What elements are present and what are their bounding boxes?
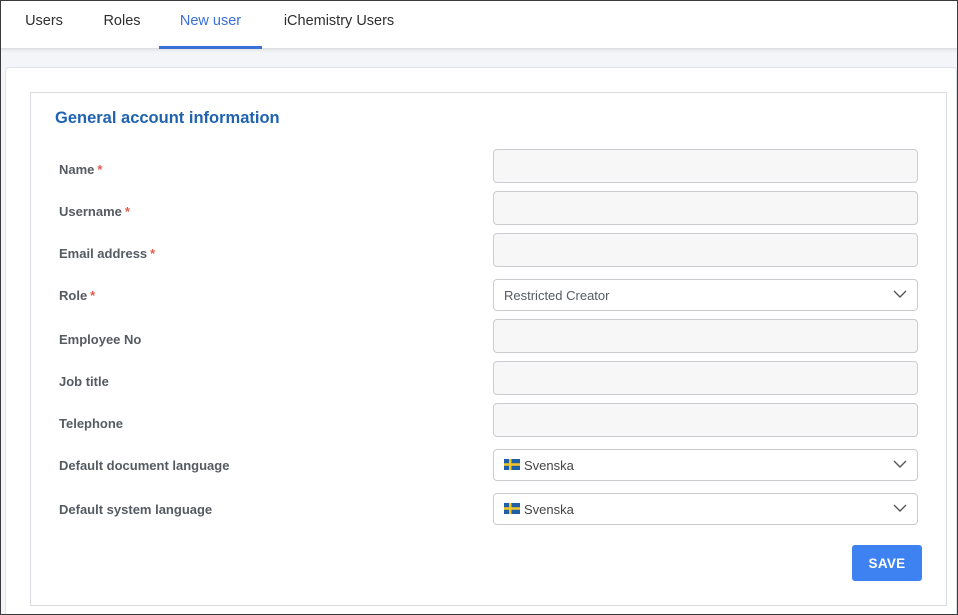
doc-language-value: Svenska [524,458,574,473]
doc-language-label: Default document language [59,458,230,473]
tab-new-user[interactable]: New user [159,1,262,49]
name-input[interactable] [493,149,918,183]
employee-no-label: Employee No [59,332,142,347]
required-marker: * [124,204,130,219]
tab-bar: Users Roles New user iChemistry Users [1,1,957,49]
sys-language-select[interactable]: Svenska [493,493,918,525]
sys-language-label: Default system language [59,502,213,517]
role-label-text: Role [59,288,88,303]
username-input[interactable] [493,191,918,225]
employee-no-input[interactable] [493,319,918,353]
role-label: Role * [59,288,95,303]
name-label-text: Name [59,162,95,177]
telephone-input[interactable] [493,403,918,437]
chevron-down-icon [893,290,907,298]
required-marker: * [90,288,96,303]
job-title-label: Job title [59,374,109,389]
required-marker: * [97,162,103,177]
username-label: Username * [59,204,130,219]
save-button[interactable]: SAVE [852,545,922,581]
telephone-label: Telephone [59,416,124,431]
sys-language-value: Svenska [524,502,574,517]
name-label: Name * [59,162,102,177]
chevron-down-icon [893,460,907,468]
sweden-flag-icon [504,503,520,514]
job-title-input[interactable] [493,361,918,395]
app-window: Users Roles New user iChemistry Users Ge… [0,0,958,615]
role-select-value: Restricted Creator [504,288,610,303]
chevron-down-icon [893,504,907,512]
username-label-text: Username [59,204,122,219]
tab-roles[interactable]: Roles [89,1,155,49]
tab-ichemistry-users[interactable]: iChemistry Users [271,1,407,49]
email-input[interactable] [493,233,918,267]
tab-users[interactable]: Users [9,1,79,49]
doc-language-select[interactable]: Svenska [493,449,918,481]
email-label: Email address * [59,246,155,261]
role-select[interactable]: Restricted Creator [493,279,918,311]
email-label-text: Email address [59,246,148,261]
sweden-flag-icon [504,459,520,470]
required-marker: * [150,246,156,261]
section-title: General account information [55,109,280,127]
